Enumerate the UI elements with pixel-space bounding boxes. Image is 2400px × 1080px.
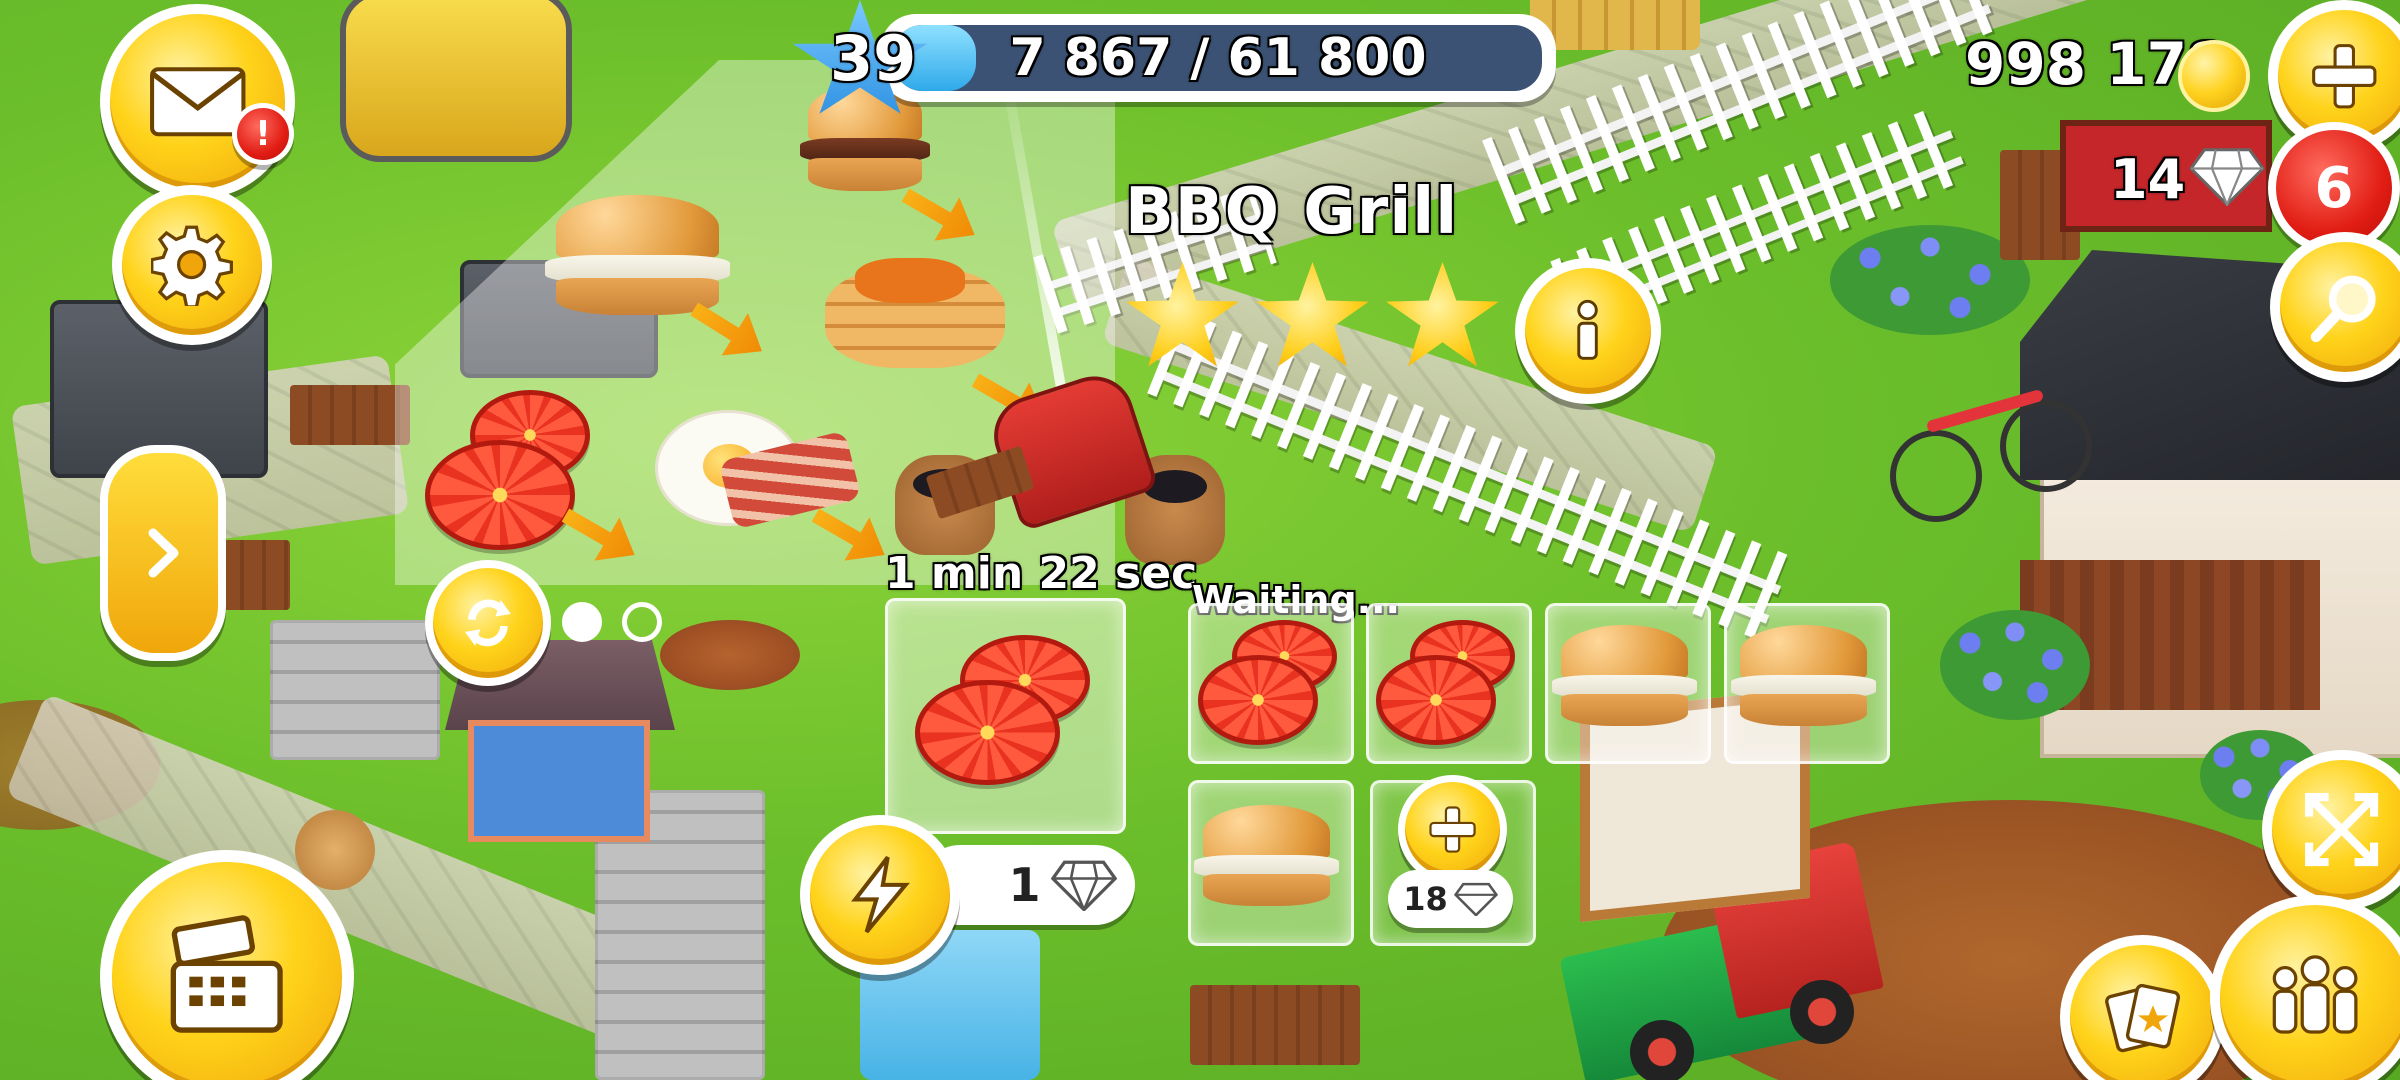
truck-wheel xyxy=(1790,980,1854,1044)
cycle-recipes-button[interactable] xyxy=(425,560,551,686)
page-dot[interactable] xyxy=(622,602,662,642)
plus-icon xyxy=(2311,43,2377,109)
experience-track: 7 867 / 61 800 xyxy=(894,25,1542,91)
dirt-patch xyxy=(660,620,800,690)
syrup xyxy=(855,258,965,303)
dog-house xyxy=(468,720,650,842)
tomato-item xyxy=(1198,655,1318,745)
cash-register-icon xyxy=(170,915,284,1034)
tomato-item xyxy=(1376,655,1496,745)
side-menu-toggle[interactable] xyxy=(100,445,226,661)
diamond-count: 14 xyxy=(2110,148,2186,211)
tomato-item[interactable] xyxy=(425,440,575,550)
cheese-burger-item xyxy=(1552,625,1697,730)
sugar-mill xyxy=(340,0,572,162)
gear-icon xyxy=(151,226,233,306)
info-button[interactable] xyxy=(1515,258,1661,404)
plus-icon xyxy=(1429,806,1476,853)
chevron-right-icon xyxy=(148,528,179,578)
page-dot-active[interactable] xyxy=(562,602,602,642)
wooden-table xyxy=(290,385,410,445)
info-icon xyxy=(1577,300,1599,361)
hay-bales xyxy=(1530,0,1700,50)
mail-button[interactable] xyxy=(100,4,295,199)
coin-icon xyxy=(2178,40,2250,112)
experience-bar[interactable]: 7 867 / 61 800 xyxy=(880,14,1556,102)
game-screen[interactable]: BBQ Grill 1 min 22 sec 1 Waiting... 18 !… xyxy=(0,0,2400,1080)
truck-wheel xyxy=(1630,1020,1694,1080)
production-timer: 1 min 22 sec xyxy=(885,548,1198,599)
cheese-burger-item xyxy=(1731,625,1876,730)
refresh-icon xyxy=(465,599,511,647)
mail-alert-badge: ! xyxy=(232,103,294,165)
diamond-icon xyxy=(1050,860,1117,911)
skip-cost: 1 xyxy=(1008,858,1041,912)
hydrangea-bush xyxy=(1940,610,2090,720)
magnifier-icon xyxy=(2311,276,2376,343)
stone-wall xyxy=(270,620,440,760)
bicycle-wheel xyxy=(2000,400,2092,492)
diamond-icon xyxy=(1453,882,1498,916)
experience-text: 7 867 / 61 800 xyxy=(1009,28,1427,88)
diamond-icon xyxy=(2188,146,2266,208)
expand-arrows-icon xyxy=(2305,793,2379,867)
player-level: 39 xyxy=(830,22,917,95)
people-icon xyxy=(2272,955,2358,1034)
bicycle-wheel xyxy=(1890,430,1982,522)
cheese-burger-item xyxy=(1194,805,1339,910)
wooden-bench xyxy=(1190,985,1360,1065)
tomato-item xyxy=(915,680,1060,785)
building-title: BBQ Grill xyxy=(1125,175,1459,249)
unlock-slot-button[interactable] xyxy=(1398,775,1507,884)
lightning-icon xyxy=(851,856,911,934)
unlock-cost: 18 xyxy=(1403,880,1448,918)
settings-button[interactable] xyxy=(112,185,272,345)
skip-button[interactable] xyxy=(800,815,960,975)
cards-icon xyxy=(2105,984,2181,1053)
unlock-cost-pill[interactable]: 18 xyxy=(1388,870,1513,928)
cheese-burger-item[interactable] xyxy=(545,195,730,320)
